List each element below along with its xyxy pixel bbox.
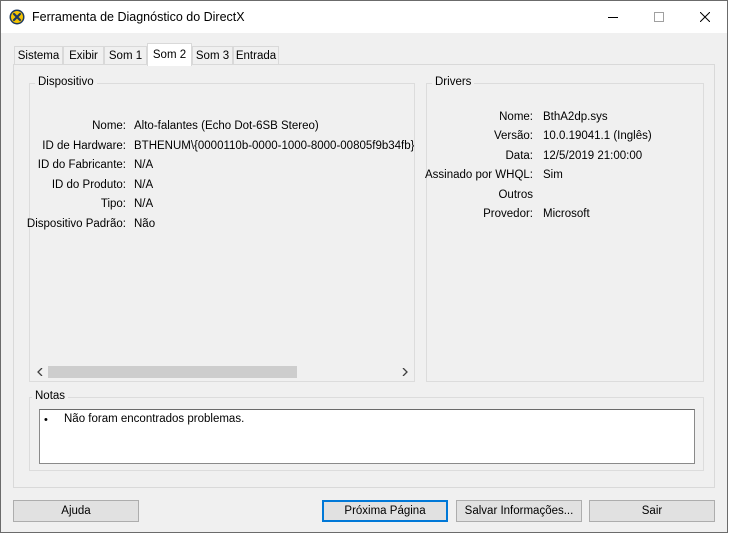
type-value: N/A: [134, 198, 154, 210]
save-information-button[interactable]: Salvar Informações...: [456, 500, 582, 522]
tab-entrada[interactable]: Entrada: [233, 46, 279, 65]
device-name-value: Alto-falantes (Echo Dot-6SB Stereo): [134, 120, 319, 132]
driver-name-label: Nome:: [499, 111, 533, 123]
title-bar[interactable]: Ferramenta de Diagnóstico do DirectX: [1, 1, 727, 33]
manufacturer-id-label: ID do Fabricante:: [37, 159, 126, 171]
note-item: Não foram encontrados problemas.: [64, 413, 245, 425]
tab-som-1[interactable]: Som 1: [104, 46, 147, 65]
maximize-icon: [654, 12, 664, 22]
minimize-button[interactable]: [590, 1, 636, 33]
product-id-label: ID do Produto:: [51, 179, 126, 191]
exit-button[interactable]: Sair: [589, 500, 715, 522]
drivers-group-title: Drivers: [432, 76, 475, 88]
default-device-label: Dispositivo Padrão:: [26, 218, 126, 230]
directx-diagnostic-window: Ferramenta de Diagnóstico do DirectX Sis…: [0, 0, 728, 533]
product-id-value: N/A: [134, 179, 154, 191]
default-device-value: Não: [134, 218, 156, 230]
notes-group-title: Notas: [32, 390, 69, 402]
device-group-title: Dispositivo: [35, 76, 97, 88]
others-label: Outros: [498, 189, 533, 201]
manufacturer-id-value: N/A: [134, 159, 154, 171]
scroll-thumb[interactable]: [48, 366, 297, 378]
help-button[interactable]: Ajuda: [13, 500, 139, 522]
close-button[interactable]: [682, 1, 728, 33]
provider-value: Microsoft: [543, 208, 590, 220]
driver-version-label: Versão:: [494, 130, 533, 142]
type-label: Tipo:: [100, 198, 126, 210]
tab-exibir[interactable]: Exibir: [63, 46, 104, 65]
notes-textbox[interactable]: • Não foram encontrados problemas.: [39, 409, 695, 464]
directx-app-icon: [9, 9, 25, 25]
driver-version-value: 10.0.19041.1 (Inglês): [543, 130, 652, 142]
driver-name-value: BthA2dp.sys: [543, 111, 608, 123]
minimize-icon: [608, 17, 618, 18]
provider-label: Provedor:: [483, 208, 533, 220]
driver-date-label: Data:: [505, 150, 534, 162]
close-icon: [700, 12, 710, 22]
tab-som-2[interactable]: Som 2: [147, 43, 192, 66]
whql-signed-value: Sim: [543, 169, 563, 181]
device-group: Dispositivo Nome: Alto-falantes (Echo Do…: [26, 76, 415, 382]
hardware-id-value: BTHENUM\{0000110b-0000-1000-8000-00805f9…: [134, 140, 414, 152]
tab-panel-som-2: Dispositivo Nome: Alto-falantes (Echo Do…: [13, 64, 715, 488]
device-horizontal-scrollbar[interactable]: [31, 363, 413, 380]
driver-date-value: 12/5/2019 21:00:00: [543, 150, 643, 162]
bullet-icon: •: [44, 414, 48, 426]
scroll-left-arrow-icon[interactable]: [31, 363, 48, 380]
maximize-button[interactable]: [636, 1, 682, 33]
device-name-label: Nome:: [92, 120, 126, 132]
drivers-group: Drivers Nome: BthA2dp.sys Versão: 10.0.1…: [424, 76, 704, 382]
tab-sistema[interactable]: Sistema: [14, 46, 63, 65]
next-page-button[interactable]: Próxima Página: [322, 500, 448, 522]
tab-som-3[interactable]: Som 3: [192, 46, 233, 65]
scroll-right-arrow-icon[interactable]: [396, 363, 413, 380]
whql-signed-label: Assinado por WHQL:: [424, 169, 533, 181]
window-title: Ferramenta de Diagnóstico do DirectX: [32, 10, 245, 24]
hardware-id-label: ID de Hardware:: [42, 140, 126, 152]
notes-group: Notas • Não foram encontrados problemas.: [29, 390, 704, 471]
